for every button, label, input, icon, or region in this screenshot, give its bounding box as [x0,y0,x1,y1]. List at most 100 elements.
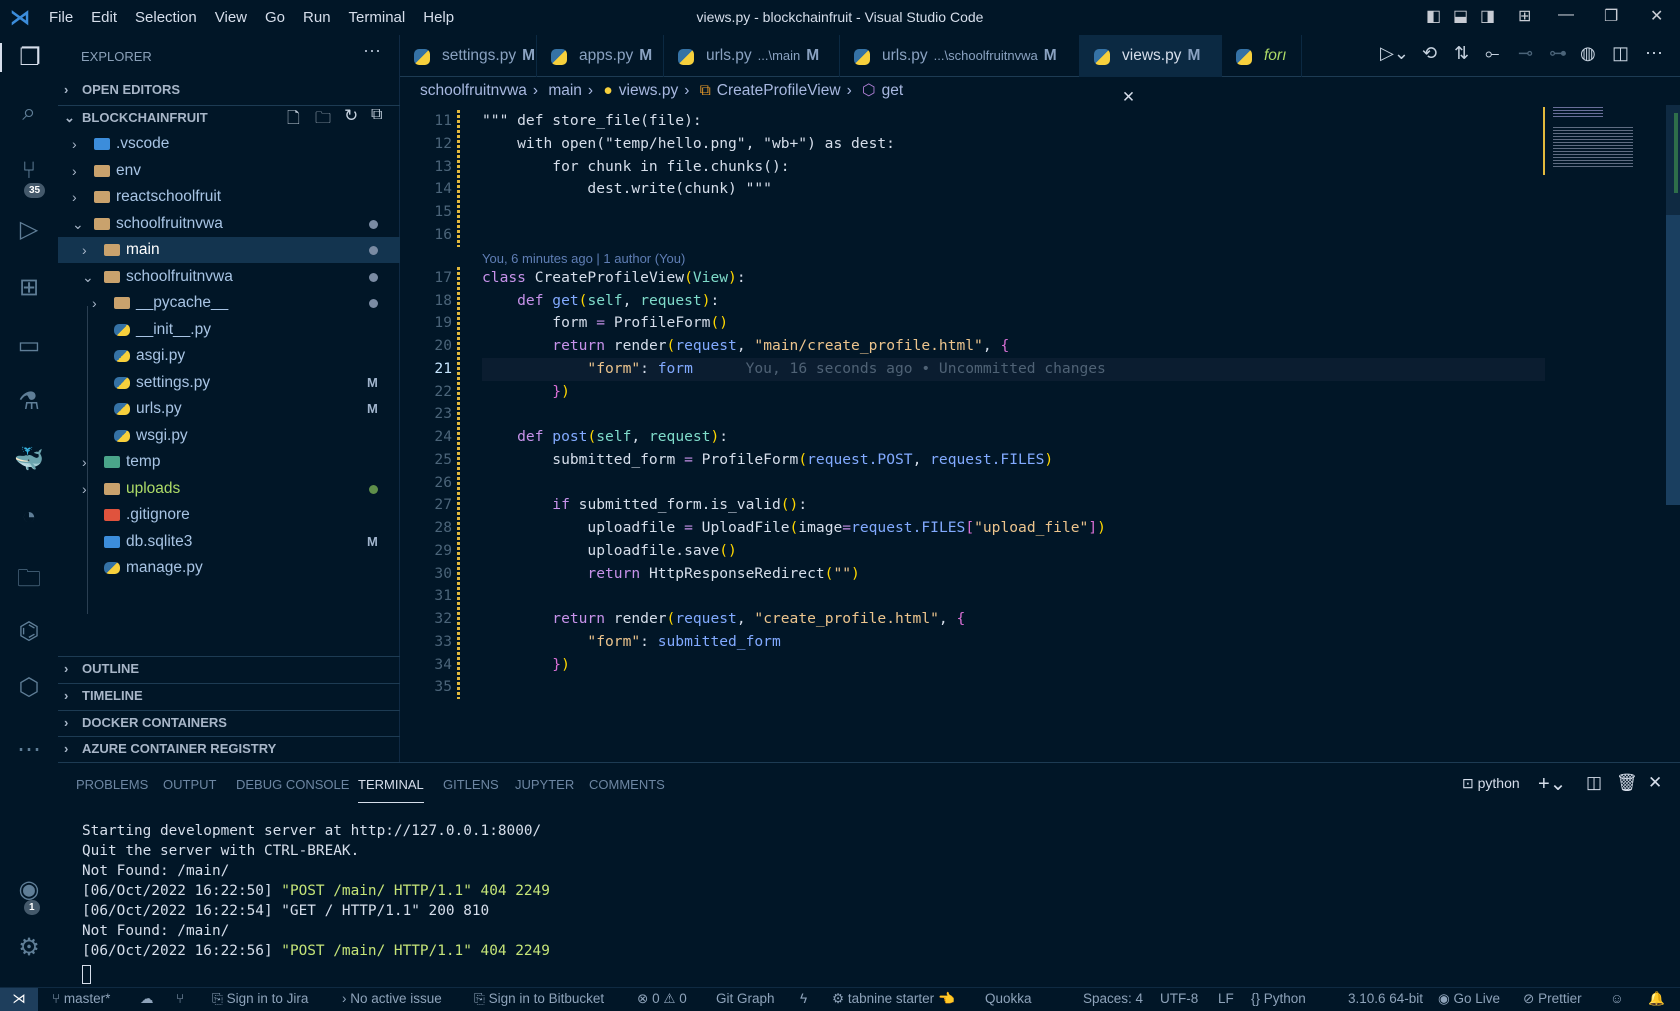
code-line[interactable]: uploadfile.save() [482,540,736,563]
menu-help[interactable]: Help [414,9,463,26]
tree-item[interactable]: manage.py [58,555,400,581]
close-panel-icon[interactable]: ✕ [1648,773,1662,793]
tab-for-[interactable]: forı [1222,35,1302,77]
remote-explorer-icon[interactable]: ▭ [0,331,58,360]
tree-item[interactable]: › env [58,158,400,184]
tree-item[interactable]: › uploads [58,476,400,502]
code-line[interactable]: return HttpResponseRedirect("") [482,563,859,586]
next-revision-icon[interactable]: ⊶ [1549,43,1567,64]
customize-layout-icon[interactable]: ⊞ [1518,6,1531,26]
problems-status[interactable]: ⊗ 0 ⚠ 0 [637,991,687,1007]
chevron-down-icon[interactable]: ⌄ [72,211,84,237]
tree-item[interactable]: › .vscode [58,131,400,157]
panel-tab-jupyter[interactable]: JUPYTER [515,777,574,803]
code-line[interactable]: "form": submitted_form [482,631,780,654]
more-icon[interactable]: ⋯ [0,735,58,764]
code-line[interactable]: def post(self, request): [482,426,728,449]
outline-section[interactable]: › OUTLINE [58,656,400,680]
tree-item[interactable]: › reactschoolfruit [58,184,400,210]
tree-item[interactable]: settings.py M [58,370,400,396]
tabnine-status[interactable]: ⚙ tabnine starter 👈 [832,991,955,1007]
branch-status[interactable]: ⑂ master* [52,991,110,1006]
project-manager-icon[interactable]: 🗀 [0,561,58,602]
toggle-sidebar-icon[interactable]: ◧ [1426,6,1441,26]
code-editor[interactable]: 11 """ def store_file(file): 12 with open(… [400,105,1545,760]
active-issue[interactable]: › No active issue [342,991,442,1006]
new-folder-icon[interactable]: 🗀 [315,107,331,134]
split-terminal-icon[interactable]: ◫ [1586,773,1602,793]
go-live-button[interactable]: ◉ Go Live [1438,991,1500,1007]
menu-run[interactable]: Run [294,9,340,26]
chevron-right-icon[interactable]: › [92,290,97,316]
tab-apps-py[interactable]: apps.py M [537,35,664,77]
terminal-shell-selector[interactable]: ⊡ python [1462,775,1520,792]
azure-icon[interactable]: ⬡ [0,673,58,702]
python-icon[interactable]: ⌬ [0,617,58,646]
split-editor-icon[interactable]: ◫ [1612,43,1629,64]
code-line[interactable]: return render(request, "create_profile.h… [482,608,965,631]
editor-more-icon[interactable]: ⋯ [1645,43,1663,64]
panel-tab-output[interactable]: OUTPUT [163,777,216,803]
new-terminal-icon[interactable]: +⌄ [1538,771,1566,796]
menu-selection[interactable]: Selection [126,9,206,26]
code-line[interactable]: def get(self, request): [482,290,719,313]
panel-tab-problems[interactable]: PROBLEMS [76,777,148,803]
sync-icon[interactable]: ☁ [140,991,154,1007]
tab-urls-py[interactable]: urls.py ...\main M [664,35,840,77]
panel-tab-comments[interactable]: COMMENTS [589,777,665,803]
breadcrumb-subfolder[interactable]: main [548,82,582,99]
code-line[interactable]: }) [482,654,570,677]
chevron-right-icon[interactable]: › [82,449,87,475]
code-line[interactable]: uploadfile = UploadFile(image=request.FI… [482,517,1106,540]
bitbucket-sign-in[interactable]: ⎘ Sign in to Bitbucket [474,991,604,1007]
refresh-icon[interactable]: ↻ [344,106,358,126]
chevron-right-icon[interactable]: › [72,184,77,210]
testing-icon[interactable]: ⚗ [0,387,58,416]
language-mode[interactable]: {} Python [1251,991,1306,1006]
tree-item[interactable]: wsgi.py [58,423,400,449]
menu-edit[interactable]: Edit [82,9,126,26]
close-window-icon[interactable]: ✕ [1650,6,1663,26]
chevron-right-icon[interactable]: › [82,237,87,263]
code-line[interactable]: return render(request, "main/create_prof… [482,335,1009,358]
feedback-icon[interactable]: ☺ [1610,991,1624,1006]
tab-urls-py[interactable]: urls.py ...\schoolfruitnvwa M [840,35,1080,77]
tree-item[interactable]: urls.py M [58,396,400,422]
quokka-status[interactable]: Quokka [985,991,1032,1006]
restore-icon[interactable]: ❐ [1604,6,1618,26]
menu-file[interactable]: File [40,9,82,26]
compare-changes-icon[interactable]: ⇅ [1454,43,1469,64]
lightning-icon[interactable]: ϟ [800,991,807,1006]
run-python-file-icon[interactable]: ▷⌄ [1380,43,1409,64]
breadcrumb-method[interactable]: get [882,82,904,99]
chevron-right-icon[interactable]: › [72,158,77,184]
code-line[interactable]: with open("temp/hello.png", "wb+") as de… [482,133,895,156]
gitlens-graph-icon[interactable]: ◍ [1580,43,1596,64]
minimize-icon[interactable]: — [1558,6,1574,24]
encoding-status[interactable]: UTF-8 [1160,991,1198,1006]
tab-settings-py[interactable]: settings.py M [400,35,537,77]
chevron-down-icon[interactable]: ⌄ [82,264,94,290]
docker-containers-section[interactable]: › DOCKER CONTAINERS [58,710,400,734]
remote-indicator-icon[interactable]: ⋊ [0,988,38,1011]
breadcrumb-folder[interactable]: schoolfruitnvwa [420,82,527,99]
timeline-section[interactable]: › TIMELINE [58,683,400,707]
toggle-panel-icon[interactable]: ⬓ [1453,6,1468,26]
code-line[interactable]: if submitted_form.is_valid(): [482,494,807,517]
panel-tab-gitlens[interactable]: GITLENS [443,777,499,803]
code-line[interactable]: submitted_form = ProfileForm(request.POS… [482,449,1053,472]
code-line[interactable]: """ def store_file(file): [482,110,702,133]
kill-terminal-icon[interactable]: 🗑 [1616,773,1638,793]
eol-status[interactable]: LF [1218,991,1234,1006]
docker-icon[interactable]: 🐳 [0,445,58,474]
close-tab-icon[interactable]: ✕ [1122,89,1135,106]
toggle-secondary-sidebar-icon[interactable]: ◨ [1480,6,1495,26]
azure-container-registry-section[interactable]: › AZURE CONTAINER REGISTRY [58,736,400,760]
notifications-bell-icon[interactable]: 🔔 [1648,991,1665,1007]
collapse-all-icon[interactable]: ⧉ [371,106,382,124]
panel-tab-debug-console[interactable]: DEBUG CONSOLE [236,777,349,803]
tab-views-py[interactable]: views.py M ✕ [1080,35,1222,106]
new-file-icon[interactable]: 🗋 [287,107,300,134]
code-line[interactable]: class CreateProfileView(View): [482,267,746,290]
tree-item[interactable]: ⌄ schoolfruitnvwa [58,211,400,237]
